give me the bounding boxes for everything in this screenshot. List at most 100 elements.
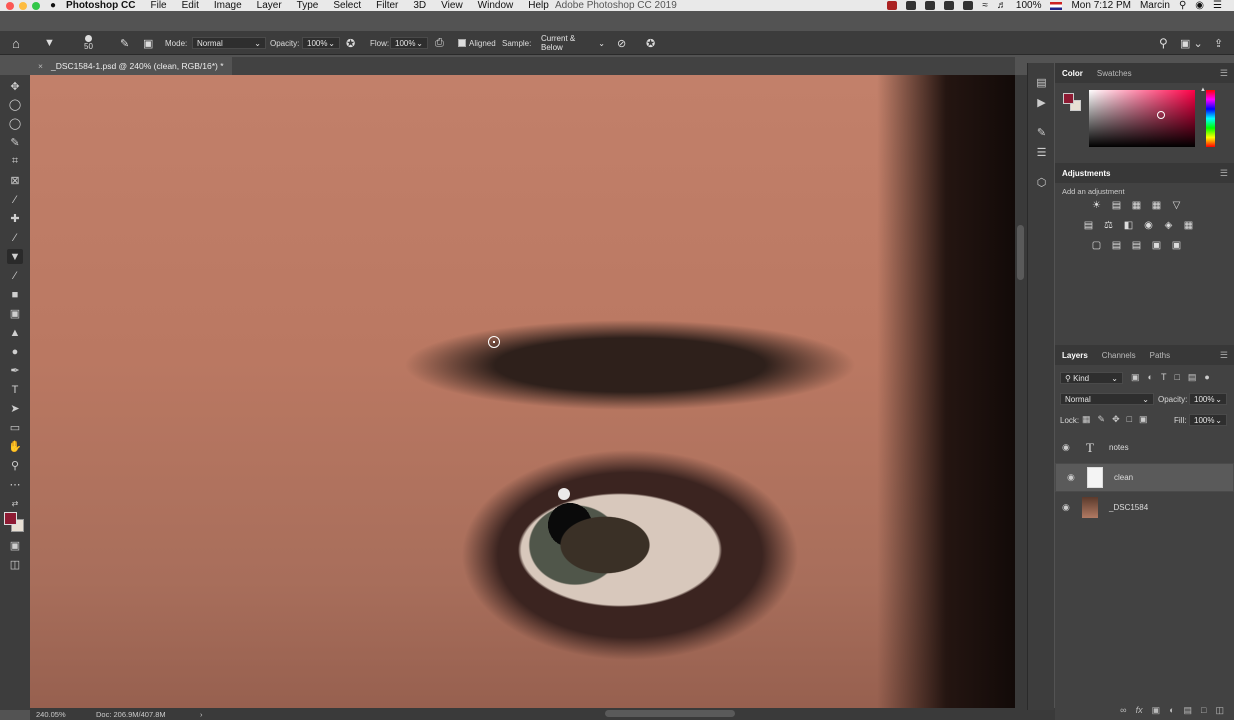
close-tab-icon[interactable]: × xyxy=(38,61,43,71)
menu-3d[interactable]: 3D xyxy=(413,0,426,11)
menu-help[interactable]: Help xyxy=(528,0,549,11)
volume-icon[interactable]: ♬ xyxy=(997,0,1007,11)
lock-position-icon[interactable]: ✥ xyxy=(1112,414,1120,425)
hand-tool-icon[interactable]: ✋ xyxy=(7,439,23,454)
move-tool-icon[interactable]: ✥ xyxy=(7,79,23,94)
layer-name[interactable]: _DSC1584 xyxy=(1109,503,1148,512)
status-app-icon[interactable] xyxy=(887,1,898,10)
color-lookup-icon[interactable]: ▦ xyxy=(1183,220,1194,231)
adjustments-menu-icon[interactable]: ☰ xyxy=(1220,168,1228,179)
menu-view[interactable]: View xyxy=(441,0,463,11)
panel-foreground-swatch[interactable] xyxy=(1063,93,1074,104)
input-source-flag-icon[interactable] xyxy=(1050,1,1063,10)
delete-layer-icon[interactable]: ◫ xyxy=(1215,705,1224,716)
brush-settings-icon[interactable]: ✎ xyxy=(120,31,129,55)
pressure-size-icon[interactable]: ✪ xyxy=(646,31,655,55)
menu-layer[interactable]: Layer xyxy=(257,0,282,11)
eraser-tool-icon[interactable]: ■ xyxy=(7,287,23,302)
clock[interactable]: Mon 7:12 PM xyxy=(1071,0,1130,11)
filter-adjustment-icon[interactable]: ◐ xyxy=(1148,372,1153,383)
vibrance-icon[interactable]: ▽ xyxy=(1171,200,1182,211)
mode-select[interactable]: Normal ⌄ xyxy=(192,37,266,49)
invert-icon[interactable]: ▢ xyxy=(1091,240,1102,251)
crop-tool-icon[interactable]: ⌗ xyxy=(7,154,23,169)
zoom-level[interactable]: 240.05% xyxy=(36,710,96,719)
marquee-tool-icon[interactable]: ◯ xyxy=(7,97,23,112)
new-adjustment-layer-icon[interactable]: ◐ xyxy=(1169,705,1174,715)
layer-blend-mode-select[interactable]: Normal ⌄ xyxy=(1060,393,1154,405)
posterize-icon[interactable]: ▤ xyxy=(1111,240,1122,251)
status-sync-icon[interactable] xyxy=(963,1,974,10)
gradient-tool-icon[interactable]: ▣ xyxy=(7,306,23,321)
brush-tool-icon[interactable]: ⁄ xyxy=(7,230,23,245)
vertical-scroll-thumb[interactable] xyxy=(1017,225,1024,280)
workspace-switcher-icon[interactable]: ▣ ⌄ xyxy=(1180,31,1203,55)
tab-paths[interactable]: Paths xyxy=(1143,351,1177,360)
black-white-icon[interactable]: ◧ xyxy=(1123,220,1134,231)
clone-stamp-tool-icon[interactable]: ▼ xyxy=(7,249,23,264)
blur-tool-icon[interactable]: ▲ xyxy=(7,325,23,340)
notification-center-icon[interactable]: ☰ xyxy=(1213,0,1222,11)
menu-filter[interactable]: Filter xyxy=(376,0,398,11)
layer-name[interactable]: notes xyxy=(1109,443,1129,452)
visibility-eye-icon[interactable]: ◉ xyxy=(1062,502,1071,513)
opacity-field[interactable]: 100% ⌄ xyxy=(302,37,340,49)
foreground-color-swatch[interactable] xyxy=(4,512,17,525)
user-name[interactable]: Marcin xyxy=(1140,0,1170,11)
3d-panel-icon[interactable]: ⬡ xyxy=(1034,175,1049,189)
brightness-contrast-icon[interactable]: ☀ xyxy=(1091,200,1102,211)
clone-stamp-preset-icon[interactable]: ▼ xyxy=(44,31,55,55)
menu-window[interactable]: Window xyxy=(478,0,514,11)
actions-panel-icon[interactable]: ▶ xyxy=(1034,95,1049,109)
filter-shape-icon[interactable]: □ xyxy=(1174,372,1179,383)
swap-colors-icon[interactable]: ⇄ xyxy=(7,496,23,511)
vertical-scrollbar[interactable] xyxy=(1015,75,1027,708)
search-icon[interactable]: ⚲ xyxy=(1159,31,1168,55)
quick-mask-icon[interactable]: ▣ xyxy=(7,538,23,553)
ignore-adjustment-layers-icon[interactable]: ⊘ xyxy=(617,31,626,55)
tab-color[interactable]: Color xyxy=(1055,69,1090,78)
curves-icon[interactable]: ▦ xyxy=(1131,200,1142,211)
lock-artboard-icon[interactable]: □ xyxy=(1127,414,1132,425)
clone-source-icon[interactable]: ▣ xyxy=(143,31,153,55)
filter-pixel-icon[interactable]: ▣ xyxy=(1131,372,1140,383)
selective-color-icon[interactable]: ▣ xyxy=(1151,240,1162,251)
filter-type-icon[interactable]: T xyxy=(1161,372,1167,383)
layer-style-icon[interactable]: fx xyxy=(1136,705,1143,715)
battery-percent[interactable]: 100% xyxy=(1016,0,1042,11)
path-selection-tool-icon[interactable]: ➤ xyxy=(7,401,23,416)
properties-panel-icon[interactable]: ☰ xyxy=(1034,145,1049,159)
new-group-icon[interactable]: ▤ xyxy=(1184,705,1193,716)
brush-size-picker[interactable]: 50 xyxy=(84,31,93,55)
spotlight-search-icon[interactable]: ⚲ xyxy=(1179,0,1186,11)
pen-tool-icon[interactable]: ✒ xyxy=(7,363,23,378)
tab-swatches[interactable]: Swatches xyxy=(1090,69,1139,78)
menu-edit[interactable]: Edit xyxy=(182,0,199,11)
share-icon[interactable]: ⇪ xyxy=(1214,31,1223,55)
zoom-window-button[interactable] xyxy=(32,1,40,10)
filter-smart-object-icon[interactable]: ▤ xyxy=(1188,372,1197,383)
lasso-tool-icon[interactable]: ◯ xyxy=(7,116,23,131)
tab-channels[interactable]: Channels xyxy=(1095,351,1143,360)
lock-image-icon[interactable]: ✎ xyxy=(1098,414,1106,425)
channel-mixer-icon[interactable]: ◈ xyxy=(1163,220,1174,231)
siri-icon[interactable]: ◉ xyxy=(1195,0,1204,11)
visibility-eye-icon[interactable]: ◉ xyxy=(1067,472,1076,483)
menu-type[interactable]: Type xyxy=(297,0,319,11)
sample-select[interactable]: Current & Below ⌄ xyxy=(537,34,609,52)
flow-field[interactable]: 100% ⌄ xyxy=(390,37,428,49)
horizontal-scroll-thumb[interactable] xyxy=(605,710,735,717)
color-panel-menu-icon[interactable]: ☰ xyxy=(1220,68,1228,79)
levels-icon[interactable]: ▤ xyxy=(1111,200,1122,211)
layer-opacity-field[interactable]: 100% ⌄ xyxy=(1189,393,1227,405)
history-panel-icon[interactable]: ▤ xyxy=(1034,75,1049,89)
color-field[interactable] xyxy=(1089,90,1195,147)
wifi-icon[interactable]: ≈ xyxy=(982,0,988,11)
image-canvas[interactable] xyxy=(30,75,1015,708)
out-of-gamut-warning-icon[interactable]: ▲ xyxy=(1200,87,1206,93)
link-layers-icon[interactable]: ∞ xyxy=(1120,705,1126,715)
status-extension-icon[interactable] xyxy=(944,1,955,10)
status-info-arrow-icon[interactable]: › xyxy=(200,710,203,719)
zoom-tool-icon[interactable]: ⚲ xyxy=(7,458,23,473)
rectangle-tool-icon[interactable]: ▭ xyxy=(7,420,23,435)
